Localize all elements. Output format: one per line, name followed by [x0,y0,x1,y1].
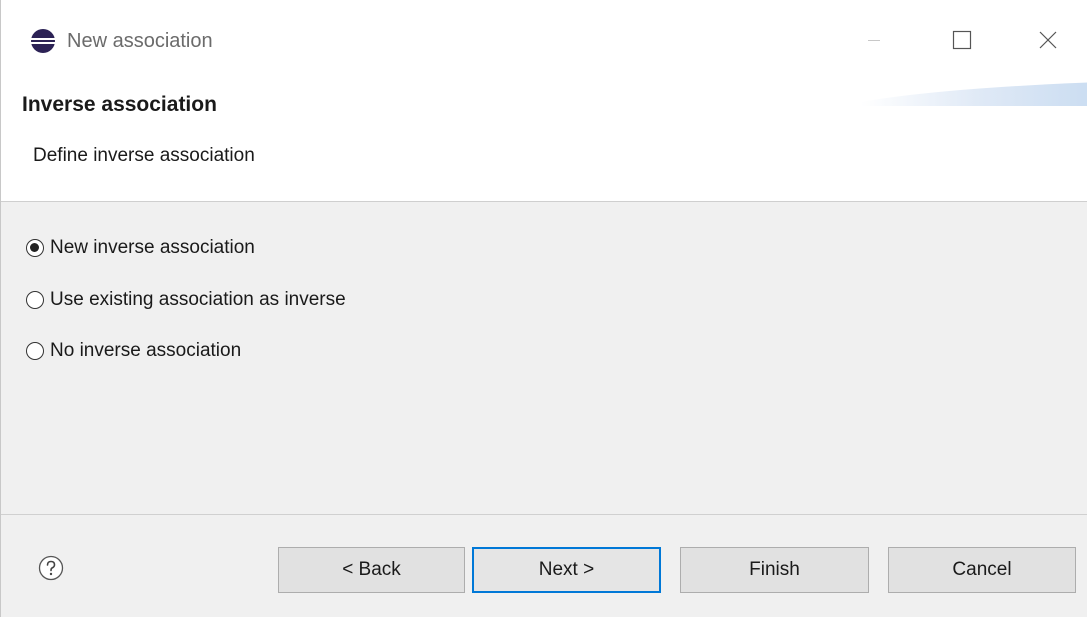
radio-button-checked[interactable] [26,239,44,257]
help-icon[interactable] [38,555,64,581]
close-button[interactable] [1025,20,1071,60]
maximize-button[interactable] [939,20,985,60]
radio-label: Use existing association as inverse [50,289,346,310]
page-title: Inverse association [22,93,217,116]
next-button[interactable]: Next > [472,547,661,593]
maximize-icon [952,30,972,50]
finish-button[interactable]: Finish [680,547,869,593]
radio-label: No inverse association [50,340,242,361]
cancel-button[interactable]: Cancel [888,547,1076,593]
eclipse-logo-icon [31,29,55,53]
minimize-button[interactable] [851,20,897,60]
banner-graphic [861,82,1087,106]
radio-label: New inverse association [50,237,255,258]
close-icon [1039,31,1057,49]
back-button[interactable]: < Back [278,547,465,593]
radio-new-inverse-association[interactable]: New inverse association [26,235,255,261]
minimize-icon [868,40,880,41]
radio-no-inverse-association[interactable]: No inverse association [26,338,241,364]
page-description: Define inverse association [33,145,255,166]
radio-button[interactable] [26,291,44,309]
radio-use-existing-association[interactable]: Use existing association as inverse [26,287,346,313]
wizard-dialog: New association Inverse association Defi… [0,0,1087,617]
title-bar: New association [1,0,1087,80]
wizard-header: Inverse association Define inverse assoc… [1,80,1087,202]
window-title: New association [67,30,213,52]
radio-button[interactable] [26,342,44,360]
